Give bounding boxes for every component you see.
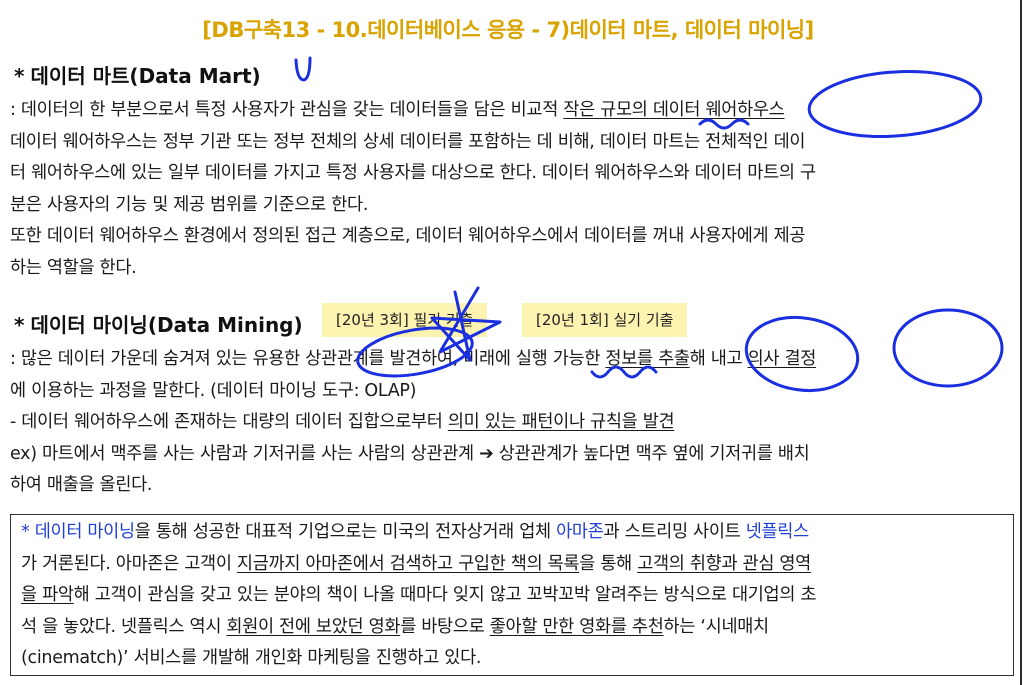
- text-run: - 데이터 웨어하우스에 존재하는 대량의 데이터 집합으로부터: [10, 412, 448, 432]
- underlined-text: 을 파악: [21, 585, 74, 605]
- text-line: 을 파악해 고객이 관심을 갖고 있는 분야의 책이 나올 때마다 잊지 않고 …: [21, 580, 1005, 612]
- underlined-text: 작은 규모의 데이터 웨어하우스: [563, 100, 785, 120]
- bullet-star: *: [14, 313, 25, 337]
- text-run: 을 통해: [579, 553, 638, 574]
- text-line: 석 을 놓았다. 넷플릭스 역시 회원이 전에 보았던 영화를 바탕으로 좋아할…: [21, 612, 1005, 644]
- text-run: 가 거론된다. 아마존은 고객이: [21, 553, 237, 574]
- underlined-text: 정보를 추출: [605, 349, 690, 369]
- text-run: 과 스트리밍 사이트: [603, 522, 746, 542]
- section-heading-data-mining: * 데이터 마이닝(Data Mining): [14, 309, 303, 338]
- text-line: 가 거론된다. 아마존은 고객이 지금까지 아마존에서 검색하고 구입한 책의 …: [21, 549, 1005, 581]
- example-text: * 데이터 마이닝을 통해 성공한 대표적 기업으로는 미국의 전자상거래 업체…: [21, 517, 1005, 675]
- text-line: 데이터 웨어하우스는 정부 기관 또는 정부 전체의 상세 데이터를 포함하는 …: [10, 131, 806, 152]
- text-line: (cinematch)’ 서비스를 개발해 개인화 마케팅을 진행하고 있다.: [21, 648, 482, 668]
- exam-tag-written: [20년 3회] 필기 기출: [322, 303, 488, 337]
- section-heading-data-mart: * 데이터 마트(Data Mart): [14, 60, 261, 89]
- text-line: 분은 사용자의 기능 및 제공 범위를 기준으로 한다.: [10, 194, 369, 215]
- data-mart-description: : 데이터의 한 부분으로서 특정 사용자가 관심을 갖는 데이터들을 담은 비…: [10, 95, 1010, 284]
- underlined-text: 회원이 전에 보았던 영화: [226, 616, 401, 637]
- text-line: - 데이터 웨어하우스에 존재하는 대량의 데이터 집합으로부터 의미 있는 패…: [10, 407, 1010, 439]
- text-line: 하여 매출을 올린다.: [10, 475, 153, 495]
- heading-text: 데이터 마이닝(Data Mining): [30, 313, 303, 337]
- text-line: 에 이용하는 과정을 말한다. (데이터 마이닝 도구: OLAP): [10, 380, 417, 401]
- text-line: ex) 마트에서 맥주를 사는 사람과 기저귀를 사는 사람의 상관관계 ➔ 상…: [10, 443, 810, 464]
- underlined-text: 의미 있는 패턴이나 규칙을 발견: [447, 412, 675, 432]
- text-line: * 데이터 마이닝을 통해 성공한 대표적 기업으로는 미국의 전자상거래 업체…: [21, 517, 1005, 549]
- underlined-text: 의사 결정: [747, 349, 817, 369]
- text-line: 하는 역할을 한다.: [10, 257, 137, 278]
- highlight-text: 아마존: [556, 522, 604, 542]
- text-line: : 데이터의 한 부분으로서 특정 사용자가 관심을 갖는 데이터들을 담은 비…: [10, 95, 1010, 127]
- document-page: [DB구축13 - 10.데이터베이스 응용 - 7)데이터 마트, 데이터 마…: [0, 0, 1026, 685]
- text-run: 하는 ‘시네매치: [663, 616, 770, 637]
- heading-text: 데이터 마트(Data Mart): [30, 64, 261, 88]
- text-run: 을 통해 성공한 대표적 기업으로는 미국의 전자상거래 업체: [134, 522, 557, 542]
- text-run: 석 을 놓았다. 넷플릭스 역시: [21, 616, 227, 637]
- bullet-star: *: [14, 64, 25, 88]
- exam-tag-practical: [20년 1회] 실기 기출: [522, 303, 688, 337]
- text-run: 해 내고: [689, 349, 748, 369]
- data-mining-description: : 많은 데이터 가운데 숨겨져 있는 유용한 상관관계를 발견하여, 미래에 …: [10, 344, 1010, 502]
- text-run: 해 고객이 관심을 갖고 있는 분야의 책이 나올 때마다 잊지 않고 꼬박꼬박…: [73, 585, 817, 605]
- page-title: [DB구축13 - 10.데이터베이스 응용 - 7)데이터 마트, 데이터 마…: [202, 18, 814, 42]
- text-line: 또한 데이터 웨어하우스 환경에서 정의된 접근 계층으로, 데이터 웨어하우스…: [10, 226, 806, 246]
- page-edge-rule: [1020, 0, 1022, 685]
- highlight-text: 넷플릭스: [745, 522, 810, 542]
- text-line: 터 웨어하우스에 있는 일부 데이터를 가지고 특정 사용자를 대상으로 한다.…: [10, 163, 816, 183]
- text-run: 를 바탕으로: [400, 616, 490, 637]
- example-box: * 데이터 마이닝을 통해 성공한 대표적 기업으로는 미국의 전자상거래 업체…: [10, 514, 1014, 676]
- pen-checkmark: [294, 56, 312, 82]
- highlight-text: * 데이터 마이닝: [21, 522, 135, 542]
- text-run: : 많은 데이터 가운데 숨겨져 있는 유용한 상관관계를 발견하여, 미래에 …: [10, 349, 606, 369]
- text-line: : 많은 데이터 가운데 숨겨져 있는 유용한 상관관계를 발견하여, 미래에 …: [10, 344, 1010, 376]
- underlined-text: 좋아할 만한 영화를 추천: [489, 616, 664, 637]
- underlined-text: 고객의 취향과 관심 영역: [637, 553, 811, 574]
- text-run: : 데이터의 한 부분으로서 특정 사용자가 관심을 갖는 데이터들을 담은 비…: [10, 100, 564, 120]
- underlined-text: 지금까지 아마존에서 검색하고 구입한 책의 목록: [236, 553, 580, 574]
